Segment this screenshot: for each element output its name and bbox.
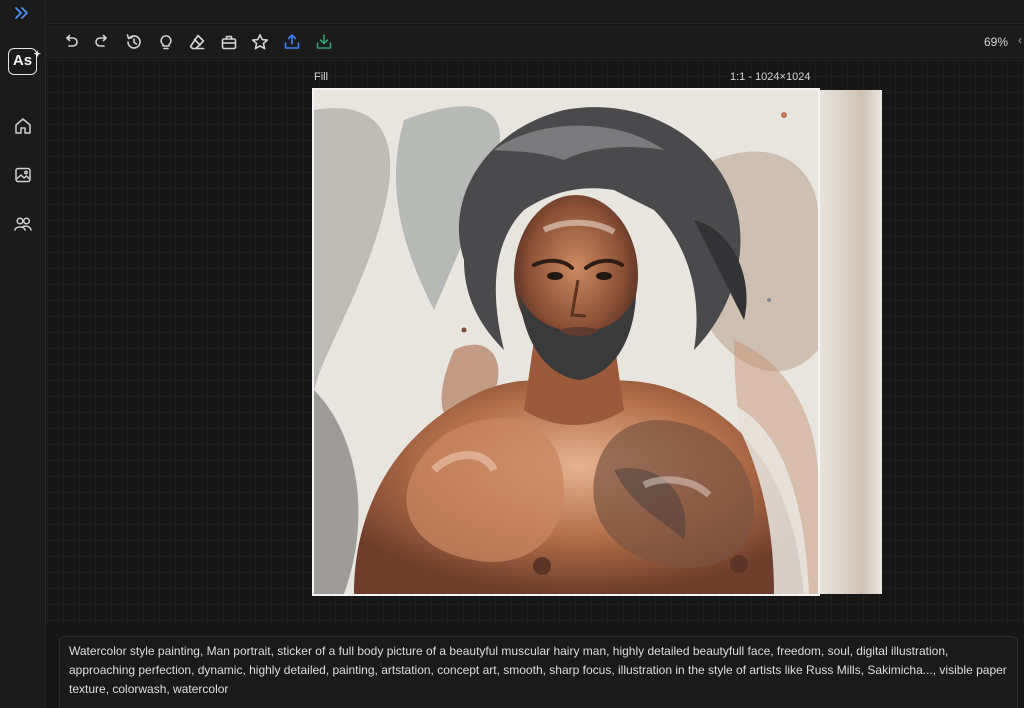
outpaint-extension xyxy=(817,90,882,594)
gallery-icon[interactable] xyxy=(13,165,33,185)
eraser-icon[interactable] xyxy=(187,32,207,52)
portrait-illustration xyxy=(314,90,818,594)
star-icon[interactable] xyxy=(250,32,270,52)
lightbulb-icon[interactable] xyxy=(156,32,176,52)
home-icon[interactable] xyxy=(13,116,33,136)
expand-icon[interactable] xyxy=(12,5,32,21)
undo-icon[interactable] xyxy=(61,32,81,52)
generated-image[interactable] xyxy=(312,88,820,596)
logo-text: As xyxy=(12,52,33,69)
toolbar: 69% ‹ xyxy=(46,25,1024,59)
canvas[interactable]: Fill 1:1 - 1024×1024 xyxy=(47,60,1024,624)
toolbox-icon[interactable] xyxy=(219,32,239,52)
zoom-caret-icon[interactable]: ‹ xyxy=(1018,33,1022,47)
prompt-area: Watercolor style painting, Man portrait,… xyxy=(47,624,1024,708)
top-strip xyxy=(46,0,1024,24)
app-logo[interactable]: As ✦ xyxy=(8,48,41,75)
upload-icon[interactable] xyxy=(282,32,302,52)
size-label: 1:1 - 1024×1024 xyxy=(730,71,811,83)
prompt-input[interactable]: Watercolor style painting, Man portrait,… xyxy=(59,636,1018,708)
download-icon[interactable] xyxy=(314,32,334,52)
sparkle-icon: ✦ xyxy=(33,49,41,59)
history-icon[interactable] xyxy=(124,32,144,52)
prompt-text: Watercolor style painting, Man portrait,… xyxy=(69,644,1007,696)
community-icon[interactable] xyxy=(13,214,33,234)
fill-label: Fill xyxy=(314,71,329,83)
sidebar: As ✦ xyxy=(0,0,46,708)
zoom-level[interactable]: 69% xyxy=(984,35,1008,49)
redo-icon[interactable] xyxy=(92,32,112,52)
